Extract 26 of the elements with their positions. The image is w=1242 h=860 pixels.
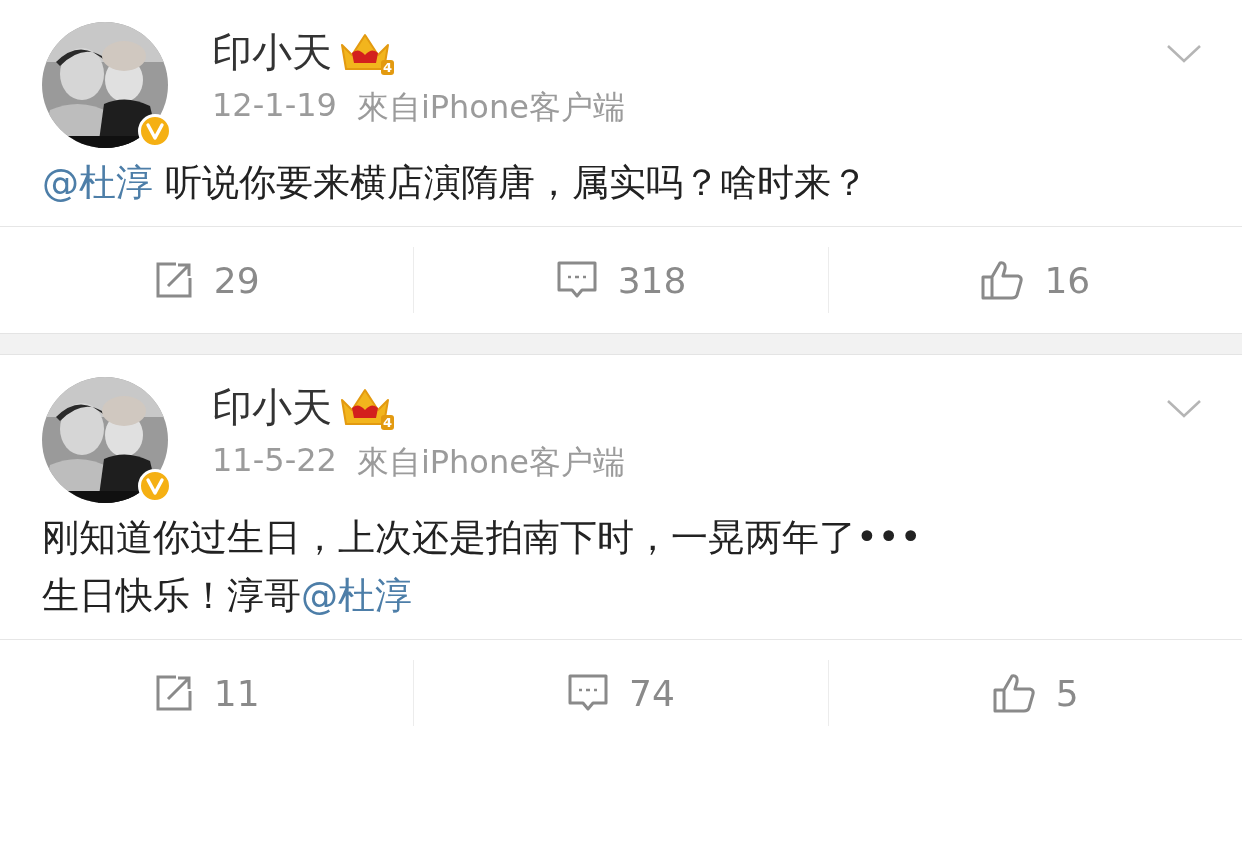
level-number: 4 (380, 415, 394, 430)
post-text: 刚知道你过生日，上次还是拍南下时，一晃两年了••• 生日快乐！淳哥@杜淳 (41, 515, 923, 619)
repost-button[interactable]: 29 (145, 255, 268, 305)
like-button[interactable]: 16 (972, 255, 1099, 305)
chevron-down-icon[interactable] (1166, 44, 1202, 64)
post-time: 12-1-19 (212, 86, 337, 126)
author-name[interactable]: 印小天 (212, 379, 332, 435)
level-number: 4 (380, 60, 394, 75)
comment-icon (555, 260, 598, 300)
comment-button[interactable]: 74 (559, 668, 683, 718)
mention-link[interactable]: @杜淳 (42, 161, 153, 204)
post-text: @杜淳 听说你要来横店演隋唐，属实吗？啥时来？ (41, 160, 869, 206)
thumbs-up-icon (980, 259, 1025, 301)
verified-icon (138, 114, 172, 148)
mention-link[interactable]: @杜淳 (301, 574, 412, 617)
like-button[interactable]: 5 (983, 668, 1087, 718)
chevron-down-icon[interactable] (1166, 399, 1202, 419)
post-source: 來自iPhone客户端 (356, 87, 625, 128)
post-time: 11-5-22 (212, 441, 337, 481)
verified-icon (138, 469, 172, 503)
post-source: 來自iPhone客户端 (356, 442, 625, 483)
author-name[interactable]: 印小天 (212, 24, 332, 80)
comment-icon (567, 673, 610, 713)
comment-button[interactable]: 318 (547, 255, 695, 305)
repost-button[interactable]: 11 (145, 668, 268, 718)
thumbs-up-icon (991, 672, 1036, 714)
